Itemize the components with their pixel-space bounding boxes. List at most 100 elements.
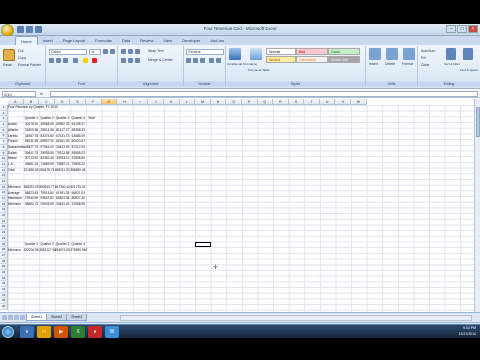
sheet-title[interactable]: Four Revenue by Quarter, FY 2010	[8, 105, 88, 111]
align-bottom-icon[interactable]	[135, 49, 140, 54]
number-format-select[interactable]: General	[186, 49, 224, 55]
comma-icon[interactable]	[200, 58, 205, 63]
scroll-thumb[interactable]	[476, 107, 480, 137]
format-button[interactable]: Format	[402, 62, 413, 66]
grow-font-icon[interactable]	[103, 49, 108, 54]
row-label-cell[interactable]: Minimum	[8, 202, 24, 208]
prev-sheet-icon[interactable]	[8, 315, 13, 320]
sheet-tab-1[interactable]: Sheet1	[26, 314, 48, 321]
borders-icon[interactable]	[73, 58, 78, 63]
conditional-formatting-button[interactable]: Conditional Formatting	[227, 62, 257, 66]
align-right-icon[interactable]	[135, 58, 140, 63]
tab-page-layout[interactable]: Page Layout	[58, 36, 90, 45]
sort-filter-icon[interactable]	[446, 48, 456, 60]
shrink-font-icon[interactable]	[110, 49, 115, 54]
value-cell[interactable]: 221590.60	[24, 168, 40, 174]
value-cell[interactable]: 30403.09	[55, 202, 71, 208]
align-top-icon[interactable]	[121, 49, 126, 54]
format-as-table-icon[interactable]	[250, 48, 262, 60]
align-center-icon[interactable]	[128, 58, 133, 63]
style-bad[interactable]: Bad	[296, 48, 328, 55]
format-as-table-button[interactable]: Format as Table	[248, 68, 269, 72]
underline-icon[interactable]	[63, 58, 68, 63]
percent-icon[interactable]	[193, 58, 198, 63]
tab-formulas[interactable]: Formulas	[90, 36, 117, 45]
fill-button[interactable]: Fill	[421, 56, 425, 60]
row-label-cell[interactable]: Total	[8, 168, 24, 174]
start-button[interactable]	[2, 326, 14, 338]
sheet-tab-2[interactable]: Sheet2	[46, 314, 68, 321]
align-left-icon[interactable]	[121, 58, 126, 63]
ie-icon[interactable]: e	[20, 326, 34, 338]
insert-button[interactable]: Insert	[369, 62, 378, 66]
close-icon[interactable]: ×	[468, 25, 478, 33]
increase-decimal-icon[interactable]	[209, 58, 214, 63]
active-cell-selection[interactable]	[195, 241, 211, 248]
fill-color-icon[interactable]	[83, 58, 88, 63]
format-painter-button[interactable]: Format Painter	[18, 63, 41, 67]
value-cell[interactable]: 485211.93	[55, 168, 71, 174]
tab-data[interactable]: Data	[117, 36, 135, 45]
value-cell[interactable]: 37558.99	[70, 202, 86, 208]
first-sheet-icon[interactable]	[2, 315, 7, 320]
value-cell[interactable]: 254872.95	[55, 248, 71, 254]
value-cell[interactable]: 250478.74	[39, 168, 55, 174]
tab-insert[interactable]: Insert	[38, 36, 58, 45]
decrease-decimal-icon[interactable]	[216, 58, 221, 63]
sort-filter-button[interactable]: Sort & Filter	[444, 62, 460, 66]
folder-icon[interactable]: ▭	[37, 326, 51, 338]
font-name-select[interactable]: Calibri	[49, 49, 87, 55]
delete-cells-icon[interactable]	[386, 48, 398, 60]
maximize-icon[interactable]: □	[457, 25, 467, 33]
media-player-icon[interactable]: ▶	[54, 326, 68, 338]
paste-icon[interactable]	[3, 49, 15, 61]
insert-function-icon[interactable]: fx	[40, 91, 43, 96]
row-label-cell[interactable]: Minimum	[8, 248, 24, 254]
word-icon[interactable]: W	[105, 326, 119, 338]
minimize-icon[interactable]: –	[446, 25, 456, 33]
last-sheet-icon[interactable]	[20, 315, 25, 320]
wrap-text-button[interactable]: Wrap Text	[148, 49, 164, 53]
value-cell[interactable]: 29535.55	[39, 202, 55, 208]
value-cell[interactable]: 38862.73	[24, 202, 40, 208]
tab-review[interactable]: Review	[135, 36, 158, 45]
font-size-select[interactable]: 11	[89, 49, 101, 55]
sheet-tab-3[interactable]: Sheet3	[66, 314, 88, 321]
value-cell[interactable]: 3952127.96	[39, 248, 56, 254]
find-select-icon[interactable]	[463, 48, 473, 60]
clear-button[interactable]: Clear	[421, 63, 429, 67]
autosum-button[interactable]: AutoSum	[421, 49, 435, 53]
value-cell[interactable]: 386899.46	[70, 168, 86, 174]
style-good[interactable]: Good	[328, 48, 360, 55]
tab-home[interactable]: Home	[15, 36, 38, 45]
horizontal-scrollbar[interactable]	[120, 315, 472, 321]
format-cells-icon[interactable]	[403, 48, 415, 60]
style-neutral[interactable]: Neutral	[266, 56, 296, 63]
tab-view[interactable]: View	[158, 36, 177, 45]
find-select-button[interactable]: Find & Select	[460, 68, 478, 72]
vertical-scrollbar[interactable]	[474, 99, 480, 312]
next-sheet-icon[interactable]	[14, 315, 19, 320]
row-header-36[interactable]: 36	[0, 304, 8, 310]
value-cell[interactable]: 378959.960	[70, 248, 87, 254]
value-cell[interactable]: 322200.96	[24, 248, 40, 254]
style-calculation[interactable]: Calculation	[296, 56, 328, 63]
bold-icon[interactable]	[49, 58, 54, 63]
align-middle-icon[interactable]	[128, 49, 133, 54]
style-check-cell[interactable]: Check Cell	[328, 56, 360, 63]
copy-button[interactable]: Copy	[18, 56, 26, 60]
name-box[interactable]: G19	[2, 91, 36, 97]
currency-icon[interactable]	[186, 58, 191, 63]
paste-button[interactable]: Paste	[3, 63, 12, 67]
formula-input[interactable]	[50, 91, 478, 97]
excel-taskbar-icon[interactable]: X	[71, 326, 85, 338]
italic-icon[interactable]	[56, 58, 61, 63]
merge-center-button[interactable]: Merge & Center	[148, 58, 173, 62]
tab-developer[interactable]: Developer	[177, 36, 205, 45]
style-normal[interactable]: Normal	[266, 48, 296, 55]
conditional-formatting-icon[interactable]	[229, 48, 241, 60]
cut-button[interactable]: Cut	[18, 49, 23, 53]
tab-add-ins[interactable]: Add-Ins	[205, 36, 229, 45]
cells-area[interactable]: Four Revenue by Quarter, FY 2010 Quarter…	[8, 105, 474, 312]
insert-cells-icon[interactable]	[369, 48, 381, 60]
